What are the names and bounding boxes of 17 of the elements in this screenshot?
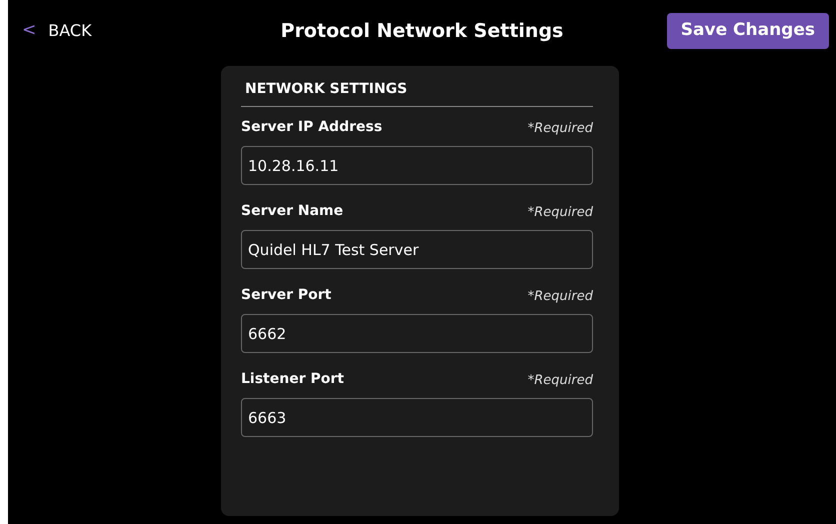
input-field[interactable]: 10.28.16.11: [241, 146, 593, 185]
input-field[interactable]: 6663: [241, 398, 593, 437]
field-label: Listener Port: [241, 370, 344, 389]
input-field[interactable]: 6662: [241, 314, 593, 353]
section-title: NETWORK SETTINGS: [241, 76, 593, 107]
field-label: Server IP Address: [241, 118, 382, 137]
back-icon: <: [22, 18, 36, 44]
required-hint: *Required: [528, 120, 593, 138]
required-hint: *Required: [528, 288, 593, 306]
required-hint: *Required: [528, 372, 593, 390]
required-hint: *Required: [528, 204, 593, 222]
page-title: Protocol Network Settings: [280, 20, 564, 42]
field-label: Server Name: [241, 202, 344, 221]
save-button[interactable]: Save Changes: [666, 13, 829, 49]
field-label: Server Port: [241, 286, 332, 305]
back-button[interactable]: < BACK: [22, 18, 92, 44]
input-field[interactable]: Quidel HL7 Test Server: [241, 230, 593, 269]
